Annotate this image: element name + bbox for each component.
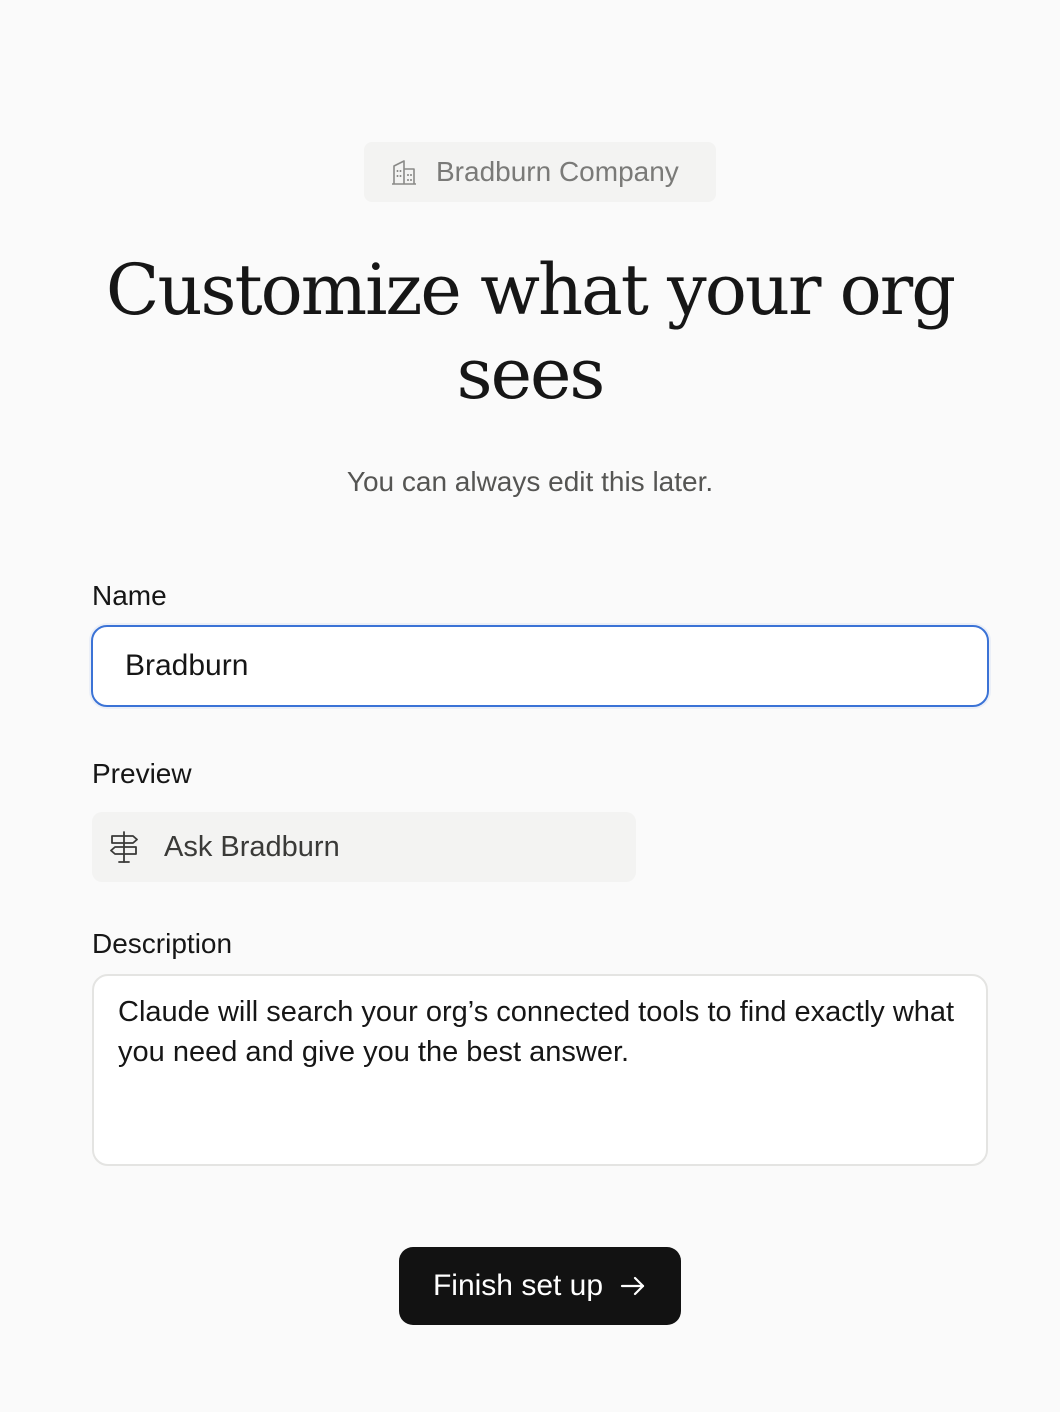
- name-input[interactable]: [91, 625, 989, 707]
- arrow-right-icon: [619, 1272, 647, 1300]
- org-badge: Bradburn Company: [364, 142, 716, 202]
- page-title: Customize what your org sees: [105, 249, 956, 415]
- signpost-icon: [106, 829, 142, 865]
- finish-setup-label: Finish set up: [432, 1269, 604, 1302]
- description-textarea[interactable]: Claude will search your org’s connected …: [92, 974, 988, 1166]
- preview-item: Ask Bradburn: [92, 812, 636, 882]
- preview-text: Ask Bradburn: [164, 830, 340, 863]
- description-label: Description: [92, 928, 233, 959]
- org-name: Bradburn Company: [436, 156, 679, 187]
- preview-label: Preview: [92, 758, 192, 789]
- finish-setup-button[interactable]: Finish set up: [399, 1247, 681, 1325]
- page-subtitle: You can always edit this later.: [346, 466, 714, 497]
- name-label: Name: [92, 580, 167, 611]
- building-icon: [388, 156, 420, 188]
